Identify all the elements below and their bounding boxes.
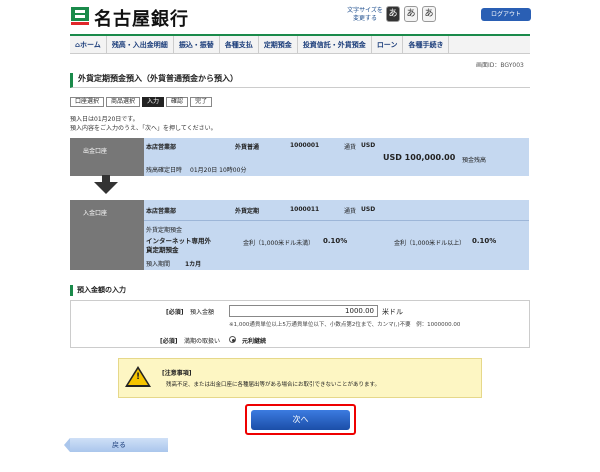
withdraw-number: 1000001 (290, 142, 320, 149)
amount-unit: 米ドル (382, 308, 403, 316)
withdraw-type: 外貨普通 (235, 144, 260, 151)
withdraw-balance: USD 100,000.00 (383, 153, 456, 162)
instructions: 預入日は01月20日です。 預入内容をご入力のうえ、「次へ」を押してください。 (70, 116, 217, 132)
step-product: 商品選択 (106, 97, 141, 107)
bank-logo-icon (71, 7, 89, 25)
section-title: 預入金額の入力 (70, 285, 530, 296)
screen-id: 画面ID：BGY003 (476, 62, 524, 69)
back-button[interactable]: 戻る (64, 438, 168, 452)
maturity-option[interactable]: 元利継続 (242, 336, 266, 345)
withdraw-currency-label: 通貨 (344, 144, 357, 151)
notice-title: [注意事項] (162, 370, 192, 377)
down-arrow-icon (94, 182, 118, 194)
nav-loan[interactable]: ローン (372, 36, 404, 53)
bank-name: 名古屋銀行 (94, 9, 189, 30)
global-nav: ⌂ホーム 残高・入出金明細 振込・振替 各種支払 定期預金 投資信託・外貨預金 … (70, 34, 530, 54)
deposit-product: インターネット専用外貨定期預金 (146, 237, 211, 254)
deposit-term-label: 預入期間 (146, 261, 171, 268)
deposit-label: 入金口座 (70, 200, 144, 270)
deposit-currency: USD (361, 206, 376, 213)
deposit-type: 外貨定期 (235, 208, 260, 215)
deposit-panel (144, 200, 529, 270)
withdraw-currency: USD (361, 142, 376, 149)
deposit-currency-label: 通貨 (344, 208, 357, 215)
withdraw-branch: 本店営業部 (146, 144, 177, 151)
maturity-label: 満期の取扱い (184, 338, 221, 345)
amount-note: ※1,000通貨単位以上5万通貨単位以下、小数点第2位まで、カンマ(,)不要 例… (229, 322, 461, 328)
deposit-divider (144, 220, 529, 221)
warning-exclaim: ! (136, 372, 141, 382)
deposit-number: 1000011 (290, 206, 320, 213)
deposit-rate1: 0.10% (323, 237, 348, 245)
font-size-label: 文字サイズを変更する (347, 7, 383, 22)
step-input: 入力 (142, 97, 165, 107)
logout-button[interactable]: ログアウト (481, 8, 531, 21)
deposit-rate2-label: 金利（1,000米ドル以上） (394, 240, 466, 247)
next-button[interactable]: 次へ (251, 410, 350, 430)
font-large-button[interactable]: あ (422, 6, 436, 22)
required-badge: [必須] (166, 309, 184, 316)
amount-label: 預入金額 (190, 309, 215, 316)
page-title: 外貨定期預金預入（外貨普通預金から預入） (70, 73, 530, 88)
step-account: 口座選択 (70, 97, 105, 107)
withdraw-time: 01月20日 10時00分 (190, 167, 247, 174)
nav-home[interactable]: ⌂ホーム (70, 36, 107, 53)
deposit-rate1-label: 金利（1,000米ドル未満） (243, 240, 315, 247)
maturity-radio[interactable] (229, 336, 236, 343)
required-badge-2: [必須] (160, 338, 178, 345)
withdraw-balance-label: 預金残高 (462, 157, 487, 164)
notice-text: 残高不足、または出金口座に各種届出等がある場合にお取引できないことがあります。 (166, 382, 380, 388)
notice-box (118, 358, 482, 398)
deposit-term: 1カ月 (185, 261, 202, 268)
deposit-product-type: 外貨定期預金 (146, 227, 183, 234)
nav-investment[interactable]: 投資信託・外貨預金 (298, 36, 372, 53)
step-indicator: 口座選択 商品選択 入力 確認 完了 (70, 97, 214, 107)
header: 名古屋銀行 文字サイズを変更する あ あ あ ログアウト (0, 0, 600, 34)
nav-balance[interactable]: 残高・入出金明細 (107, 36, 174, 53)
nav-transfer[interactable]: 振込・振替 (174, 36, 220, 53)
withdraw-time-label: 残高確定日時 (146, 167, 183, 174)
step-complete: 完了 (190, 97, 213, 107)
font-small-button[interactable]: あ (386, 6, 400, 22)
step-confirm: 確認 (166, 97, 189, 107)
font-medium-button[interactable]: あ (404, 6, 418, 22)
amount-input[interactable]: 1000.00 (229, 305, 378, 317)
deposit-rate2: 0.10% (472, 237, 497, 245)
nav-procedures[interactable]: 各種手続き (403, 36, 450, 53)
withdraw-label: 出金口座 (70, 138, 144, 176)
deposit-branch: 本店営業部 (146, 208, 177, 215)
nav-payments[interactable]: 各種支払 (220, 36, 259, 53)
nav-time-deposit[interactable]: 定期預金 (259, 36, 298, 53)
